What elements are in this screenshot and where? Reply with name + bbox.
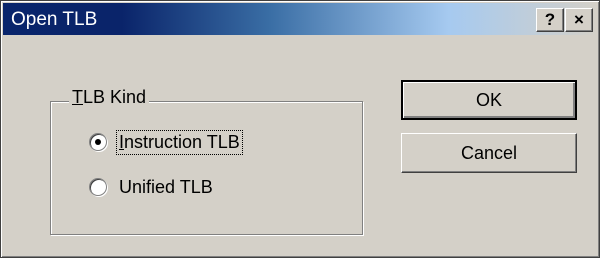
title-bar[interactable]: Open TLB ? × (3, 3, 597, 35)
tlb-kind-groupbox (50, 101, 363, 235)
close-button[interactable]: × (565, 8, 593, 32)
radio-unified-tlb[interactable]: Unified TLB (89, 173, 215, 201)
dialog-title: Open TLB (11, 9, 98, 30)
help-button[interactable]: ? (536, 8, 564, 32)
radio-instruction-tlb[interactable]: Instruction TLB (89, 128, 243, 156)
radio-button[interactable] (89, 178, 107, 196)
cancel-button[interactable]: Cancel (401, 133, 577, 173)
open-tlb-dialog: Open TLB ? × TLB Kind Instruction TLB Un… (0, 0, 600, 258)
radio-button-selected[interactable] (89, 133, 107, 151)
instruction-tlb-label[interactable]: Instruction TLB (116, 129, 243, 155)
ok-button[interactable]: OK (401, 80, 577, 120)
tlb-kind-label: TLB Kind (69, 87, 150, 108)
unified-tlb-label[interactable]: Unified TLB (117, 176, 215, 199)
